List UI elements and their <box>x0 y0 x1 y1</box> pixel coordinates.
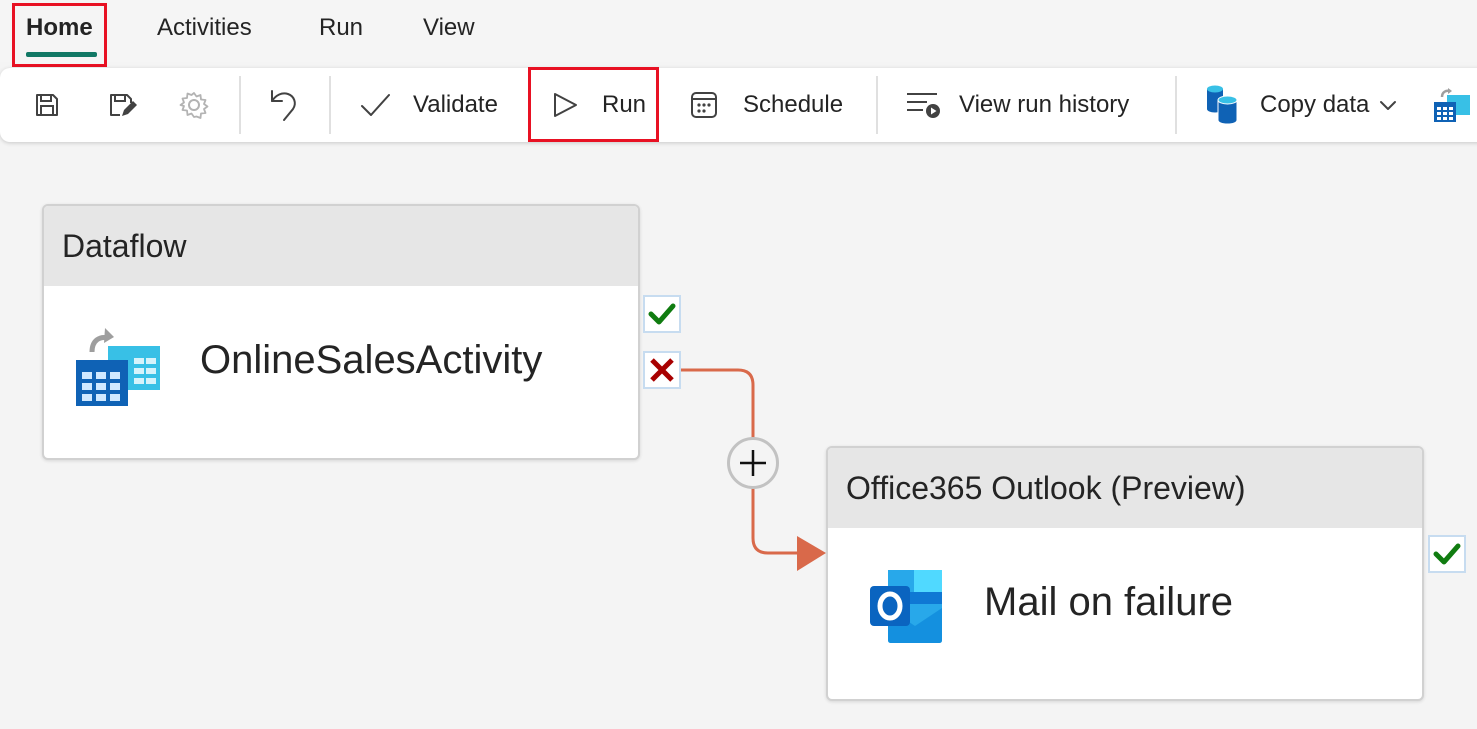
database-icon <box>1204 84 1240 126</box>
tab-home[interactable]: Home <box>26 14 93 42</box>
run-button[interactable]: Run <box>552 68 646 142</box>
dataflow-icon <box>74 322 162 406</box>
node-name: Mail on failure <box>984 580 1234 624</box>
settings-button[interactable] <box>178 68 210 142</box>
run-history-icon <box>905 90 941 120</box>
success-check-icon <box>1433 542 1461 566</box>
toolbar-separator <box>329 76 331 134</box>
schedule-label: Schedule <box>743 91 844 118</box>
failure-x-icon <box>648 356 676 384</box>
add-activity-button[interactable] <box>727 437 779 489</box>
checkmark-icon <box>359 92 391 118</box>
node-name: OnlineSalesActivity <box>200 338 543 382</box>
save-icon <box>32 90 62 120</box>
save-edit-icon <box>106 90 140 120</box>
tab-run[interactable]: Run <box>319 14 363 42</box>
dataflow-icon <box>1432 85 1472 125</box>
activity-node-office365-outlook[interactable]: Office365 Outlook (Preview) Mail on fail… <box>826 446 1424 701</box>
view-run-history-button[interactable]: View run history <box>905 68 1129 142</box>
validate-label: Validate <box>413 91 498 118</box>
play-icon <box>552 91 578 119</box>
active-tab-indicator <box>26 52 97 57</box>
activity-node-dataflow[interactable]: Dataflow OnlineSalesActivity <box>42 204 640 460</box>
run-label: Run <box>602 91 647 118</box>
tab-activities[interactable]: Activities <box>157 14 252 42</box>
undo-icon <box>268 87 302 123</box>
toolbar-separator <box>1175 76 1177 134</box>
validate-button[interactable]: Validate <box>359 68 498 142</box>
node-type-label: Office365 Outlook (Preview) <box>828 448 1422 528</box>
on-success-port[interactable] <box>643 295 681 333</box>
on-success-port[interactable] <box>1428 535 1466 573</box>
copy-data-label: Copy data <box>1260 91 1370 118</box>
toolbar-separator <box>239 76 241 134</box>
on-failure-port[interactable] <box>643 351 681 389</box>
view-run-history-label: View run history <box>959 91 1130 118</box>
toolbar-separator <box>876 76 878 134</box>
undo-button[interactable] <box>268 68 302 142</box>
ribbon-toolbar: Validate Run Schedule View run history C… <box>0 68 1477 142</box>
success-check-icon <box>648 302 676 326</box>
gear-icon <box>178 89 210 121</box>
tab-view[interactable]: View <box>423 14 475 42</box>
ribbon-tab-bar: Home Activities Run View <box>0 0 1477 62</box>
copy-data-dropdown[interactable]: Copy data <box>1204 68 1397 142</box>
node-type-label: Dataflow <box>44 206 638 286</box>
dataflow-button[interactable] <box>1432 68 1472 142</box>
calendar-icon <box>689 90 719 120</box>
schedule-button[interactable]: Schedule <box>689 68 843 142</box>
save-button[interactable] <box>32 68 62 142</box>
outlook-icon <box>868 568 946 644</box>
chevron-down-icon <box>1379 99 1397 111</box>
plus-icon <box>737 447 769 479</box>
save-as-button[interactable] <box>106 68 140 142</box>
